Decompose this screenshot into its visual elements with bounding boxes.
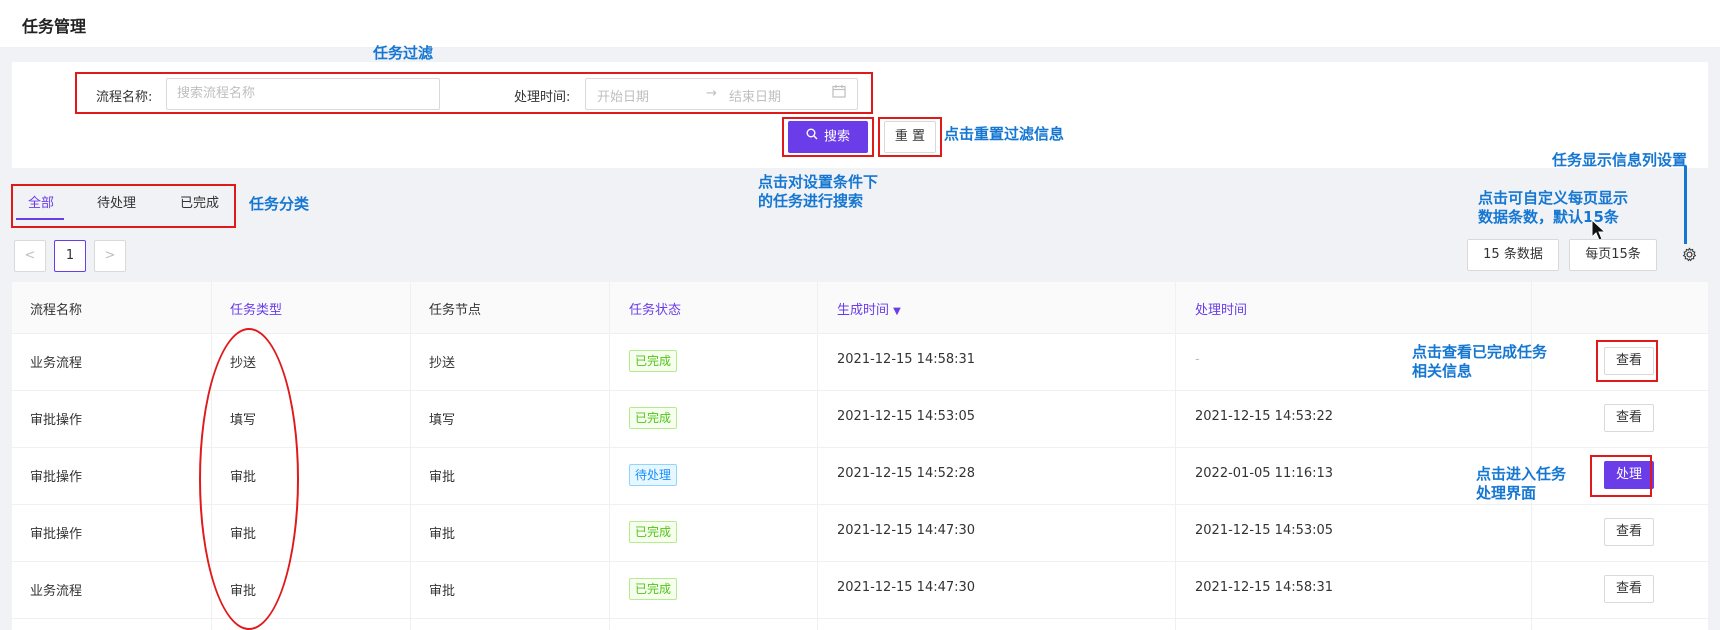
cell-node: 审批 [429,527,456,542]
cell-created: 2021-12-15 14:52:28 [837,466,976,481]
column-header-type[interactable]: 任务类型 [230,299,282,318]
cell-handled: 2021-12-15 14:53:22 [1195,409,1334,424]
column-divider [609,282,610,630]
status-badge: 已完成 [629,350,678,372]
cell-node: 审批 [429,470,456,485]
cell-process: 业务流程 [30,356,83,371]
view-button[interactable]: 查看 [1604,404,1654,432]
prev-page-button[interactable]: < [14,240,46,272]
status-badge: 已完成 [629,407,678,429]
column-header-node[interactable]: 任务节点 [429,299,481,318]
column-settings-annotation: 任务显示信息列设置 [1552,151,1688,169]
handle-annotation-line1: 点击进入任务 [1476,465,1567,483]
column-divider [1175,282,1176,630]
cell-node: 抄送 [429,356,456,371]
view-button[interactable]: 查看 [1604,518,1654,546]
page-size-button[interactable]: 每页15条 [1569,239,1657,271]
status-badge: 待处理 [629,464,678,486]
filter-annotation: 任务过滤 [373,44,434,62]
cell-node: 填写 [429,413,456,428]
view-button[interactable]: 查看 [1604,575,1654,603]
column-header-handled[interactable]: 处理时间 [1195,299,1247,318]
view-annotation-line1: 点击查看已完成任务 [1412,343,1548,361]
next-page-button[interactable]: > [94,240,126,272]
search-highlight-box [782,117,874,157]
cell-process: 审批操作 [30,413,83,428]
category-annotation: 任务分类 [249,195,310,213]
cell-node: 审批 [429,584,456,599]
column-divider [817,282,818,630]
page-size-annotation-line1: 点击可自定义每页显示 [1478,189,1629,207]
status-badge: 已完成 [629,578,678,600]
column-header-status[interactable]: 任务状态 [629,299,681,318]
cell-process: 审批操作 [30,527,83,542]
cell-handled: 2021-12-15 14:58:31 [1195,580,1334,595]
table-header: 流程名称 任务类型 任务节点 任务状态 生成时间 ▼ 处理时间 [12,282,1708,334]
cell-created: 2021-12-15 14:58:31 [837,352,976,367]
page-header: 任务管理 [0,0,1720,48]
sort-desc-icon[interactable]: ▼ [893,306,901,317]
reset-highlight-box [878,117,942,157]
column-header-created[interactable]: 生成时间 ▼ [837,299,901,318]
status-badge: 已完成 [629,521,678,543]
column-divider [410,282,411,630]
column-divider [1531,282,1532,630]
cell-created: 2021-12-15 14:53:05 [837,409,976,424]
cell-created: 2021-12-15 14:47:30 [837,580,976,595]
tabs-highlight-box [11,184,236,228]
cell-process: 业务流程 [30,584,83,599]
page-1-button[interactable]: 1 [54,240,86,272]
cell-handled: 2022-01-05 11:16:13 [1195,466,1334,481]
cell-created: 2021-12-15 14:47:30 [837,523,976,538]
task-type-highlight-ellipse [199,328,299,630]
record-count-button[interactable]: 15 条数据 [1467,239,1559,271]
gear-icon[interactable] [1682,247,1697,266]
cell-handled: 2021-12-15 14:53:05 [1195,523,1334,538]
view-annotation-line2: 相关信息 [1412,362,1473,380]
view-highlight-box [1596,340,1658,382]
reset-annotation: 点击重置过滤信息 [944,125,1065,143]
column-header-created-label: 生成时间 [837,303,890,318]
page-title: 任务管理 [22,17,87,36]
column-header-process[interactable]: 流程名称 [30,299,82,318]
process-highlight-box [1590,455,1652,497]
cell-process: 审批操作 [30,470,83,485]
handle-annotation-line2: 处理界面 [1476,484,1537,502]
filter-highlight-box [75,72,873,114]
cell-handled: - [1195,352,1200,367]
annotation-arrow-line [1684,166,1687,244]
